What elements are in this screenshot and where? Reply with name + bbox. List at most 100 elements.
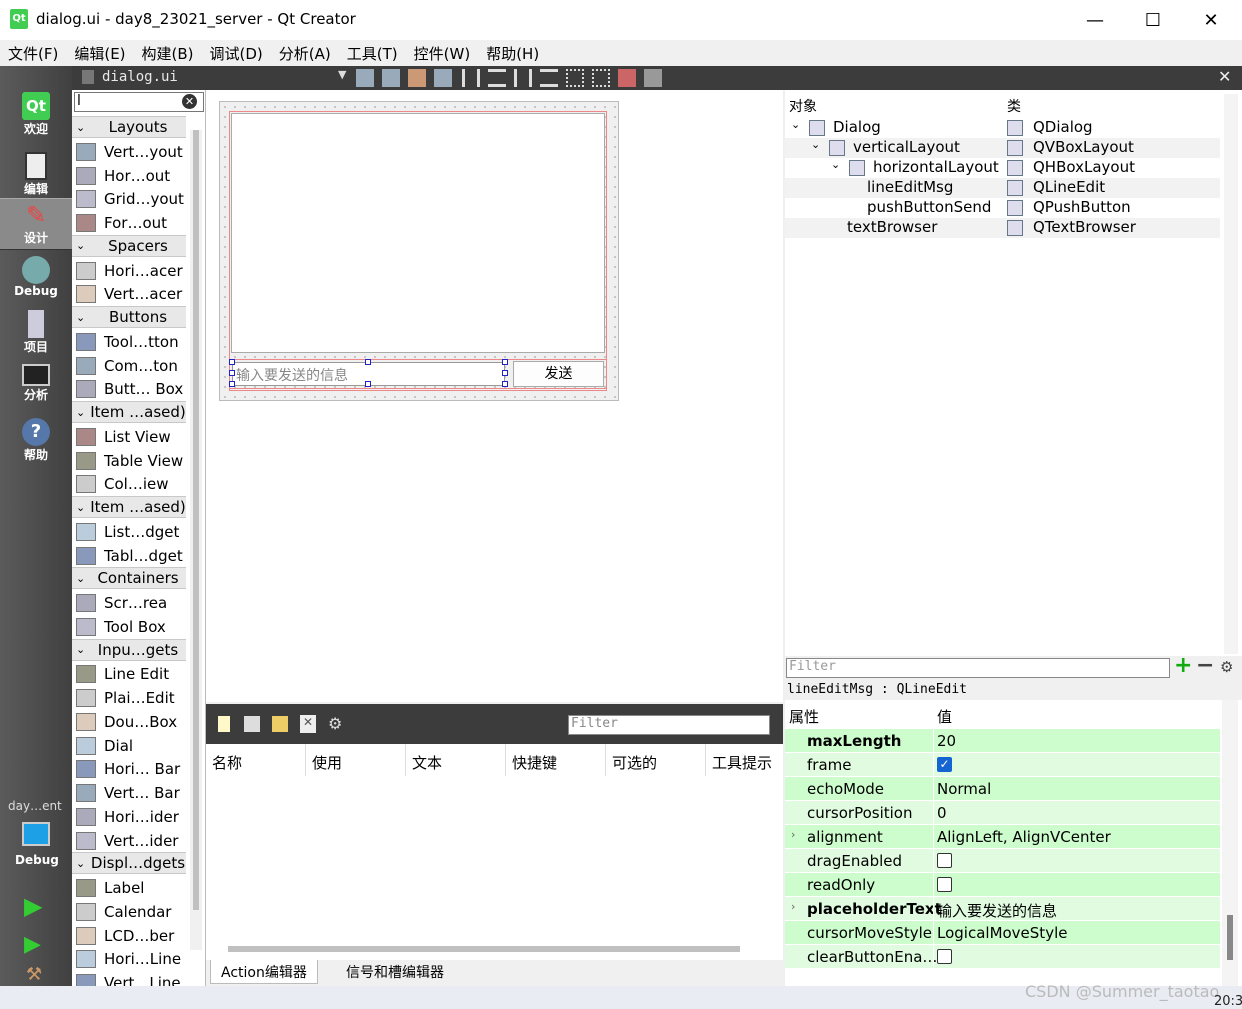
menu-analyze[interactable]: 分析(A) (271, 40, 339, 66)
object-tree-row[interactable]: pushButtonSend QPushButton (785, 198, 1220, 218)
property-value[interactable]: Normal (937, 780, 991, 798)
widget-category[interactable]: ⌄ Inpu…gets (72, 638, 186, 661)
property-value[interactable]: 输入要发送的信息 (937, 900, 1057, 921)
column-header-shortcut[interactable]: 快捷键 (512, 752, 557, 773)
widget-category[interactable]: ⌄ Displ…dgets (72, 852, 186, 875)
layout-horizontal-icon[interactable] (462, 69, 480, 87)
property-value[interactable]: 0 (937, 804, 947, 822)
property-checkbox[interactable] (937, 853, 952, 868)
build-hammer-icon[interactable]: ⚒ (26, 964, 42, 985)
menu-tools[interactable]: 工具(T) (339, 40, 406, 66)
widget-item[interactable]: Grid…yout (72, 187, 186, 211)
widget-item[interactable]: Plai…Edit (72, 686, 186, 710)
minimize-button[interactable]: — (1066, 0, 1124, 40)
action-filter-input[interactable]: Filter (568, 715, 770, 735)
menu-help[interactable]: 帮助(H) (478, 40, 547, 66)
layout-form-icon[interactable] (566, 69, 584, 87)
widget-item[interactable]: Col…iew (72, 472, 186, 496)
widget-item[interactable]: Hor…out (72, 164, 186, 188)
widget-category[interactable]: ⌄ Item …ased) (72, 496, 186, 518)
widget-item[interactable]: Tool Box (72, 615, 186, 639)
widget-item[interactable]: Label (72, 876, 186, 900)
widget-item[interactable]: Butt… Box (72, 377, 186, 401)
resize-handle[interactable] (365, 381, 371, 387)
edit-tab-order-icon[interactable] (434, 69, 452, 87)
widget-item[interactable]: Line Edit (72, 662, 186, 686)
widget-category[interactable]: ⌄ Spacers (72, 234, 186, 257)
paste-action-icon[interactable] (272, 716, 288, 732)
clear-filter-icon[interactable]: ✕ (182, 94, 197, 109)
widget-item[interactable]: Vert…Line (72, 971, 186, 986)
chevron-down-icon[interactable]: ⌄ (811, 138, 820, 151)
text-browser[interactable] (231, 113, 605, 353)
chevron-down-icon[interactable]: ▼ (338, 68, 346, 81)
property-row[interactable]: › placeholderText 输入要发送的信息 (785, 897, 1220, 921)
widget-item[interactable]: LCD…ber (72, 924, 186, 948)
mode-debug[interactable]: Debug (0, 254, 72, 306)
scrollbar-thumb[interactable] (193, 130, 199, 910)
resize-handle[interactable] (502, 359, 508, 365)
widget-item[interactable]: Calendar (72, 900, 186, 924)
debug-run-icon[interactable]: ▶ (24, 932, 41, 957)
property-value[interactable]: LogicalMoveStyle (937, 924, 1067, 942)
property-value[interactable]: AlignLeft, AlignVCenter (937, 828, 1111, 846)
resize-handle[interactable] (502, 381, 508, 387)
break-layout-icon[interactable] (618, 69, 636, 87)
send-button[interactable]: 发送 (513, 361, 604, 387)
property-row[interactable]: dragEnabled (785, 849, 1220, 873)
run-icon[interactable]: ▶ (24, 892, 42, 920)
widget-item[interactable]: Vert…ider (72, 829, 186, 853)
resize-handle[interactable] (502, 370, 508, 376)
widget-item[interactable]: Tabl…dget (72, 544, 186, 568)
widget-category[interactable]: ⌄ Containers (72, 567, 186, 590)
widget-item[interactable]: For…out (72, 211, 186, 235)
chevron-down-icon[interactable]: ⌄ (791, 118, 800, 131)
kit-project-label[interactable]: day…ent (8, 799, 62, 813)
action-table-scrollbar[interactable] (228, 946, 740, 952)
property-row[interactable]: cursorMoveStyle LogicalMoveStyle (785, 921, 1220, 945)
widget-item[interactable]: List…dget (72, 520, 186, 544)
mode-help[interactable]: ? 帮助 (0, 416, 72, 468)
mode-edit[interactable]: 编辑 (0, 150, 72, 202)
close-window-button[interactable]: ✕ (1182, 0, 1240, 40)
resize-handle[interactable] (365, 359, 371, 365)
scrollbar-thumb[interactable] (1227, 915, 1233, 960)
edit-signals-icon[interactable] (382, 69, 400, 87)
remove-property-icon[interactable]: − (1196, 655, 1214, 678)
object-tree-row[interactable]: lineEditMsg QLineEdit (785, 178, 1220, 198)
column-header-name[interactable]: 名称 (212, 752, 242, 773)
property-checkbox[interactable] (937, 949, 952, 964)
property-value[interactable]: 20 (937, 732, 956, 750)
property-checkbox[interactable]: ✓ (937, 757, 952, 772)
layout-grid-icon[interactable] (592, 69, 610, 87)
property-checkbox[interactable] (937, 877, 952, 892)
chevron-down-icon[interactable]: ⌄ (831, 158, 840, 171)
object-tree-row[interactable]: textBrowser QTextBrowser (785, 218, 1220, 238)
object-tree-row[interactable]: ⌄ horizontalLayout QHBoxLayout (785, 158, 1220, 178)
mode-projects[interactable]: 项目 (0, 308, 72, 360)
widget-category[interactable]: ⌄ Layouts (72, 116, 186, 138)
widget-item[interactable]: Hori… Bar (72, 757, 186, 781)
widget-item[interactable]: Com…ton (72, 354, 186, 378)
widget-item[interactable]: Table View (72, 449, 186, 473)
column-header-text[interactable]: 文本 (412, 752, 442, 773)
layout-splitter-v-icon[interactable] (540, 69, 558, 87)
column-header-class[interactable]: 类 (1007, 96, 1021, 116)
property-row[interactable]: › alignment AlignLeft, AlignVCenter (785, 825, 1220, 849)
new-action-icon[interactable] (218, 716, 230, 732)
menu-widgets[interactable]: 控件(W) (406, 40, 479, 66)
column-header-object[interactable]: 对象 (789, 96, 817, 116)
widget-item[interactable]: Hori…Line (72, 947, 186, 971)
wrench-icon[interactable]: ⚙ (328, 714, 342, 733)
adjust-size-icon[interactable] (644, 69, 662, 87)
mode-welcome[interactable]: Qt 欢迎 (0, 90, 72, 142)
widget-item[interactable]: Vert… Bar (72, 781, 186, 805)
maximize-button[interactable]: ☐ (1124, 0, 1182, 40)
object-tree-row[interactable]: ⌄ Dialog QDialog (785, 118, 1220, 138)
property-row[interactable]: cursorPosition 0 (785, 801, 1220, 825)
property-row[interactable]: readOnly (785, 873, 1220, 897)
menu-edit[interactable]: 编辑(E) (66, 40, 133, 66)
widget-category[interactable]: ⌄ Buttons (72, 306, 186, 328)
property-row[interactable]: echoMode Normal (785, 777, 1220, 801)
column-header-tooltip[interactable]: 工具提示 (712, 752, 772, 773)
